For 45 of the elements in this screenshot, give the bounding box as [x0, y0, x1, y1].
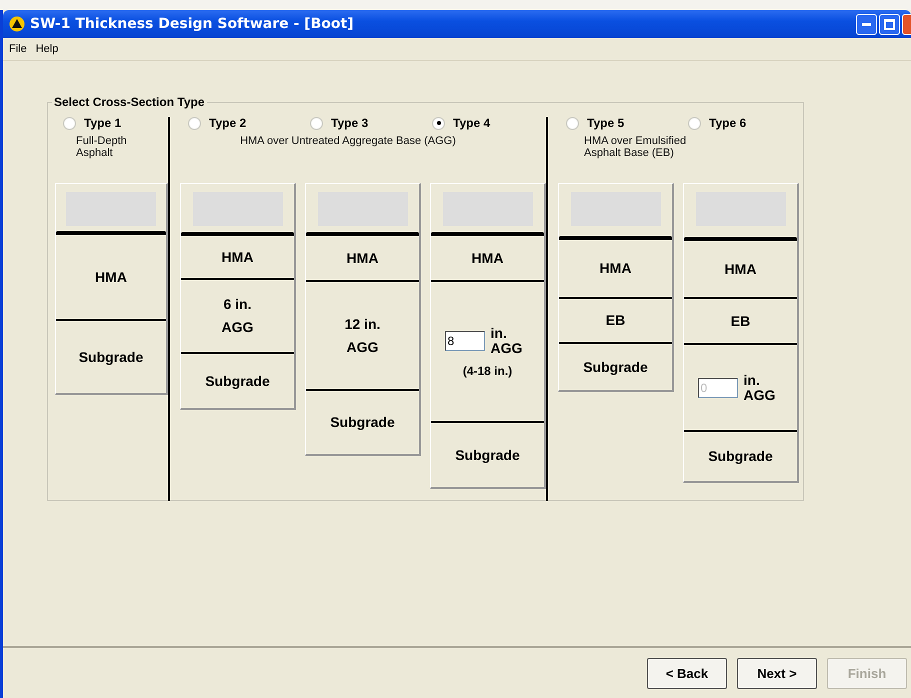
- layer-label: 6 in.: [223, 297, 252, 312]
- layer-label: Subgrade: [583, 360, 648, 374]
- unit-label: in.: [744, 372, 761, 388]
- layer-label: HMA: [222, 250, 254, 264]
- layer-label: Subgrade: [330, 415, 395, 430]
- maximize-icon: [884, 18, 895, 30]
- wizard-button[interactable]: Next >: [737, 658, 817, 688]
- layer-label: EB: [606, 313, 626, 328]
- section-description: Full-Depth Asphalt: [75, 135, 128, 161]
- window-title: SW-1 Thickness Design Software - [Boot]: [30, 16, 354, 32]
- type-radio[interactable]: Type 1: [55, 115, 168, 131]
- layer-label: AGG: [346, 340, 378, 354]
- group-title: Select Cross-Section Type: [53, 95, 206, 109]
- minimize-icon: [862, 22, 871, 26]
- unit-label: AGG: [744, 388, 776, 402]
- layer-label: HMA: [600, 261, 632, 276]
- layer-label: HMA: [346, 250, 378, 266]
- type-radio[interactable]: Type 2: [180, 115, 293, 131]
- menu-item[interactable]: File: [9, 43, 27, 55]
- layer-label: Subgrade: [455, 448, 520, 462]
- layer-label: Subgrade: [708, 449, 773, 464]
- warning-icon: [9, 16, 25, 32]
- thickness-field[interactable]: 8: [444, 330, 485, 350]
- layer-label: Subgrade: [78, 350, 144, 364]
- layer-label: Subgrade: [205, 374, 270, 388]
- unit-label: AGG: [490, 340, 522, 356]
- type-radio[interactable]: Type 5: [558, 115, 671, 131]
- layer-label: HMA: [472, 250, 504, 266]
- layer-label: HMA: [724, 262, 756, 276]
- unit-label: in.: [490, 326, 508, 340]
- thickness-field: 0: [698, 378, 738, 398]
- layer-label: HMA: [95, 270, 127, 284]
- maximize-button[interactable]: [879, 14, 900, 34]
- layer-label: EB: [730, 314, 750, 328]
- section-description: HMA over Emulsified Asphalt Base (EB): [583, 135, 688, 161]
- section-description: HMA over Untreated Aggregate Base (AGG): [239, 135, 457, 149]
- type-radio[interactable]: Type 6: [680, 115, 793, 131]
- layer-label: AGG: [222, 320, 254, 335]
- minimize-button[interactable]: [856, 14, 877, 34]
- type-radio[interactable]: Type 3: [302, 115, 415, 131]
- layer-label: 12 in.: [344, 316, 380, 332]
- type-radio[interactable]: Type 4: [424, 115, 537, 131]
- wizard-button[interactable]: < Back: [647, 658, 727, 688]
- range-label: (4-18 in.): [462, 364, 512, 378]
- menu-item[interactable]: Help: [36, 43, 58, 55]
